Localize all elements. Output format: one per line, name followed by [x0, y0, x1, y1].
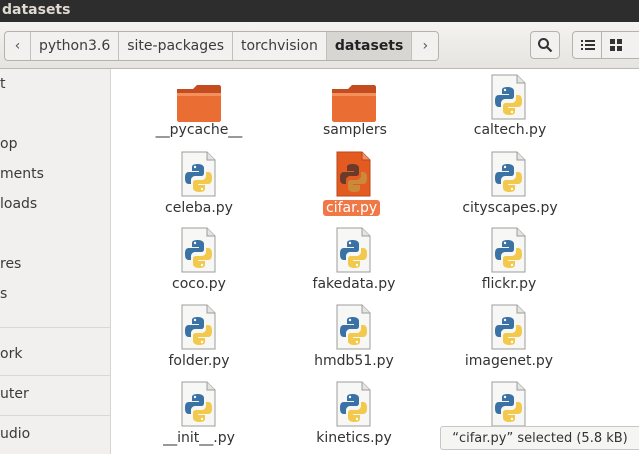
grid-view-button[interactable] [601, 31, 639, 59]
places-sidebar: t op ments loads res s ork uter udio [0, 69, 111, 454]
folder-icon [177, 85, 221, 122]
python-file-icon [491, 227, 526, 273]
crumb-torchvision[interactable]: torchvision [233, 32, 327, 60]
python-file-icon [491, 381, 526, 427]
file-fakedata[interactable] [336, 227, 372, 273]
file-label[interactable]: __pycache__ [153, 122, 245, 138]
selection-status: “cifar.py” selected (5.8 kB) [440, 426, 639, 450]
search-button[interactable] [530, 31, 560, 59]
title-bar: datasets [0, 0, 639, 22]
python-file-icon [491, 74, 526, 120]
sidebar-item-pictures[interactable]: res [0, 253, 21, 275]
path-back-button[interactable]: ‹ [5, 32, 31, 60]
file-samplers[interactable] [330, 81, 378, 122]
file-label[interactable]: samplers [310, 122, 400, 138]
file-label[interactable]: flickr.py [463, 276, 555, 292]
python-file-icon [336, 381, 371, 427]
file-flickr[interactable] [491, 227, 527, 273]
file-hmdb51[interactable] [336, 304, 372, 350]
file-cifar-selected[interactable] [336, 151, 372, 197]
file-celeba[interactable] [181, 151, 217, 197]
sidebar-separator [0, 375, 110, 376]
crumb-site-packages[interactable]: site-packages [119, 32, 233, 60]
file-label[interactable]: celeba.py [153, 200, 245, 216]
file-label[interactable]: fakedata.py [308, 276, 400, 292]
file-label[interactable]: folder.py [153, 353, 245, 369]
sidebar-separator [0, 327, 110, 328]
sidebar-item-network[interactable]: ork [0, 343, 22, 365]
python-file-icon [336, 304, 371, 350]
file-partial[interactable] [491, 381, 527, 427]
python-file-icon [181, 381, 216, 427]
search-icon [538, 38, 553, 53]
crumb-python36[interactable]: python3.6 [31, 32, 120, 60]
list-view-button[interactable] [572, 31, 602, 59]
toolbar: ‹ python3.6 site-packages torchvision da… [0, 22, 639, 69]
folder-icon [332, 85, 376, 122]
path-forward-button[interactable]: › [412, 32, 438, 60]
window-title: datasets [2, 2, 71, 18]
python-file-icon [181, 227, 216, 273]
file-imagenet[interactable] [491, 304, 527, 350]
sidebar-item-downloads[interactable]: loads [0, 193, 37, 215]
file-caltech[interactable] [491, 74, 527, 120]
python-file-icon [336, 151, 371, 197]
sidebar-item-recent[interactable]: t [0, 73, 6, 95]
path-bar: ‹ python3.6 site-packages torchvision da… [4, 31, 440, 61]
python-file-icon [181, 151, 216, 197]
file-coco[interactable] [181, 227, 217, 273]
file-label[interactable]: coco.py [153, 276, 245, 292]
file-label[interactable]: __init__.py [153, 430, 245, 446]
sidebar-item-documents[interactable]: ments [0, 163, 44, 185]
file-grid: __pycache__ samplers caltech.py celeba.p… [111, 69, 639, 454]
sidebar-separator [0, 415, 110, 416]
file-label[interactable]: kinetics.py [308, 430, 400, 446]
crumb-datasets[interactable]: datasets [326, 32, 413, 60]
sidebar-item-audio[interactable]: udio [0, 423, 30, 445]
file-pycache[interactable] [175, 81, 223, 122]
file-label[interactable]: cityscapes.py [451, 200, 569, 216]
grid-view-icon [610, 39, 622, 51]
file-folder[interactable] [181, 304, 217, 350]
file-init[interactable] [181, 381, 217, 427]
python-file-icon [181, 304, 216, 350]
python-file-icon [491, 304, 526, 350]
file-label[interactable]: caltech.py [456, 122, 564, 138]
python-file-icon [491, 151, 526, 197]
python-file-icon [336, 227, 371, 273]
list-view-icon [581, 40, 595, 50]
sidebar-item-computer[interactable]: uter [0, 383, 29, 405]
file-label[interactable]: imagenet.py [457, 353, 561, 369]
file-label-selected[interactable]: cifar.py [323, 200, 381, 216]
file-kinetics[interactable] [336, 381, 372, 427]
sidebar-item-desktop[interactable]: op [0, 133, 17, 155]
file-cityscapes[interactable] [491, 151, 527, 197]
file-label[interactable]: hmdb51.py [308, 353, 400, 369]
sidebar-item-videos[interactable]: s [0, 283, 7, 305]
